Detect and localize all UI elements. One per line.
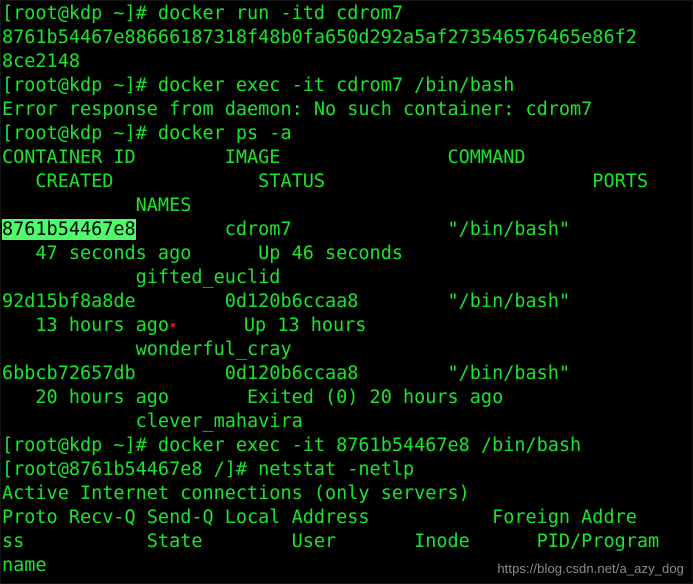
- terminal-line-ps-row3-status: 20 hours ago Exited (0) 20 hours ago: [2, 387, 504, 408]
- terminal-line-command-docker-exec-id: [root@kdp ~]# docker exec -it 8761b54467…: [2, 435, 582, 456]
- ps-row2-state: Up 13 hours: [177, 315, 367, 336]
- terminal-line-ps-row3-name: clever_mahavira: [2, 411, 303, 432]
- terminal-line-ps-row2-name: wonderful_cray: [2, 339, 292, 360]
- terminal-line-command-docker-run: [root@kdp ~]# docker run -itd cdrom7: [2, 3, 403, 24]
- terminal-line-command-netstat: [root@8761b54467e8 /]# netstat -netlp: [2, 459, 415, 480]
- terminal-line-ps-header-row1: CONTAINER ID IMAGE COMMAND: [2, 147, 526, 168]
- terminal-line-command-docker-ps: [root@kdp ~]# docker ps -a: [2, 123, 292, 144]
- ps-row1-rest: cdrom7 "/bin/bash": [135, 219, 571, 240]
- terminal-line-netstat-header-row1: Proto Recv-Q Send-Q Local Address Foreig…: [2, 507, 637, 528]
- terminal-line-netstat-title: Active Internet connections (only server…: [2, 483, 470, 504]
- terminal-line-ps-header-row3: NAMES: [2, 195, 192, 216]
- terminal-line-container-id-hash-part2: 8ce2148: [2, 51, 80, 72]
- terminal-window[interactable]: [root@kdp ~]# docker run -itd cdrom7 876…: [0, 0, 693, 584]
- watermark-blog-url: https://blog.csdn.net/a_azy_dog: [497, 561, 684, 576]
- selected-container-id[interactable]: 8761b54467e8: [2, 219, 136, 240]
- terminal-line-ps-row1-name: gifted_euclid: [2, 267, 281, 288]
- terminal-line-error-no-such-container: Error response from daemon: No such cont…: [2, 99, 593, 120]
- terminal-line-ps-row2-status: 13 hours ago Up 13 hours: [2, 314, 692, 338]
- terminal-line-ps-row1-status: 47 seconds ago Up 46 seconds: [2, 243, 403, 264]
- terminal-line-command-docker-exec-cdrom7: [root@kdp ~]# docker exec -it cdrom7 /bi…: [2, 75, 515, 96]
- terminal-line-netstat-header-row2: ss State User Inode PID/Program: [2, 531, 660, 552]
- terminal-line-ps-header-row2: CREATED STATUS PORTS: [2, 171, 649, 192]
- terminal-line-ps-row2-id: 92d15bf8a8de 0d120b6ccaa8 "/bin/bash": [2, 291, 571, 312]
- terminal-screen[interactable]: [root@kdp ~]# docker run -itd cdrom7 876…: [1, 1, 692, 578]
- terminal-line-container-id-hash-part1: 8761b54467e88666187318f48b0fa650d292a5af…: [2, 27, 637, 48]
- terminal-line-ps-row3-id: 6bbcb72657db 0d120b6ccaa8 "/bin/bash": [2, 363, 571, 384]
- mouse-cursor-artifact-dot: [171, 323, 176, 327]
- ps-row2-created: 13 hours ago: [2, 315, 170, 336]
- terminal-line-ps-row1-id: 8761b54467e8 cdrom7 "/bin/bash": [2, 218, 692, 242]
